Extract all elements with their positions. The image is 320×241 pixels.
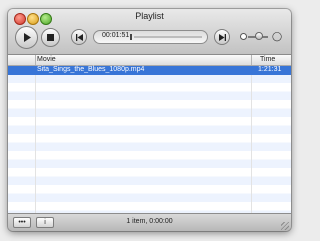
time-display[interactable]: 00:01:51 xyxy=(93,30,208,44)
skip-forward-icon xyxy=(218,33,226,41)
playlist-table: Movie Time Sita_Sings_the_Blues_1080p.mp… xyxy=(8,55,291,213)
progress-track[interactable] xyxy=(134,36,202,38)
playhead[interactable] xyxy=(130,34,132,40)
play-button[interactable] xyxy=(15,26,38,49)
column-gridline xyxy=(35,66,36,213)
column-gridline xyxy=(251,66,252,213)
column-divider[interactable] xyxy=(35,55,36,65)
titlebar: Playlist 00:01:51 ◯ xyxy=(8,9,291,55)
stop-button[interactable] xyxy=(41,28,60,47)
next-button[interactable] xyxy=(214,29,230,45)
item-count: 1 item, 0:00:00 xyxy=(126,218,173,225)
current-time: 00:01:51 xyxy=(102,32,130,39)
time-cell: 1:21:31 xyxy=(258,66,282,73)
play-icon xyxy=(23,33,31,42)
stop-icon xyxy=(47,34,54,41)
volume-slider-knob[interactable] xyxy=(255,32,263,40)
table-body: Sita_Sings_the_Blues_1080p.mp4 1:21:31 xyxy=(8,66,291,213)
previous-button[interactable] xyxy=(71,29,87,45)
skip-back-icon xyxy=(75,33,83,41)
column-header-movie[interactable]: Movie xyxy=(37,56,56,63)
volume-high-icon: ◯ xyxy=(272,31,283,41)
movie-cell: Sita_Sings_the_Blues_1080p.mp4 xyxy=(37,66,145,73)
window-title: Playlist xyxy=(135,11,164,21)
column-divider[interactable] xyxy=(251,55,252,65)
status-bar: ••• i 1 item, 0:00:00 xyxy=(8,213,291,231)
column-header-time[interactable]: Time xyxy=(260,56,275,63)
playlist-window: Playlist 00:01:51 ◯ Movie Time Sita_Sing… xyxy=(8,9,291,231)
table-row[interactable]: Sita_Sings_the_Blues_1080p.mp4 1:21:31 xyxy=(8,66,291,75)
volume-low-icon xyxy=(240,33,247,40)
table-header: Movie Time xyxy=(8,55,291,66)
resize-grip-icon[interactable] xyxy=(281,222,289,230)
